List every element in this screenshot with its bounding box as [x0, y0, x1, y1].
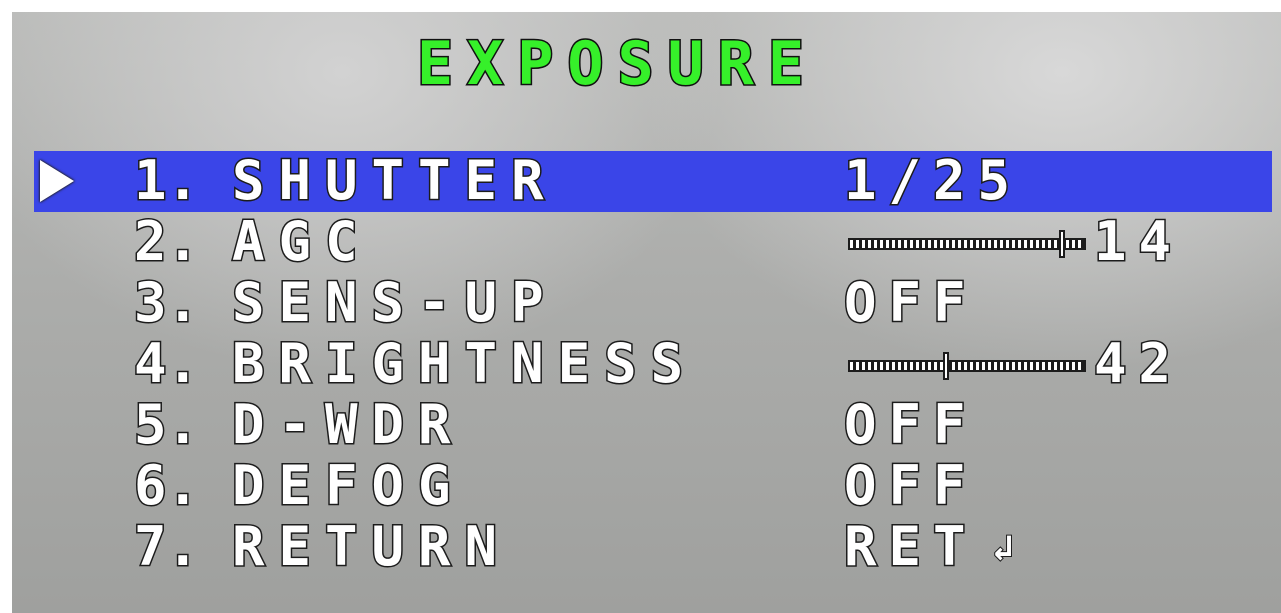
agc-value: 14	[1092, 210, 1184, 273]
menu-item-number: 1.	[132, 149, 200, 212]
menu-item-number: 6.	[132, 454, 200, 517]
menu-item-label: SENS-UP	[231, 271, 558, 334]
menu-item-sens-up[interactable]: 3. SENS-UP OFF	[12, 273, 1281, 334]
menu-item-shutter[interactable]: 1. SHUTTER 1/25	[12, 151, 1281, 212]
osd-screen: EXPOSURE 1. SHUTTER 1/25 2. AGC 14 3. SE…	[12, 12, 1281, 613]
menu-item-brightness[interactable]: 4. BRIGHTNESS 42	[12, 334, 1281, 395]
menu-item-label: RETURN	[230, 515, 512, 578]
menu-item-number: 4.	[132, 332, 200, 395]
agc-slider[interactable]	[848, 230, 1086, 258]
menu-item-agc[interactable]: 2. AGC 14	[12, 212, 1281, 273]
menu-item-number: 7.	[132, 515, 200, 578]
menu-item-value[interactable]: 1/25	[842, 152, 1022, 209]
menu-item-label: SHUTTER	[231, 149, 558, 212]
menu-item-value[interactable]: OFF	[843, 457, 978, 514]
return-arrow-icon: ↲	[991, 528, 1015, 569]
menu-item-label: DEFOG	[231, 454, 465, 517]
brightness-slider-knob[interactable]	[943, 352, 949, 380]
brightness-slider[interactable]	[848, 352, 1086, 380]
menu-item-value[interactable]: OFF	[843, 274, 978, 331]
menu-item-label: AGC	[231, 210, 372, 273]
menu-item-return[interactable]: 7. RETURN RET ↲	[12, 517, 1281, 578]
menu-item-label: D-WDR	[231, 393, 465, 456]
brightness-value: 42	[1092, 332, 1184, 395]
menu-item-d-wdr[interactable]: 5. D-WDR OFF	[12, 395, 1281, 456]
agc-slider-knob[interactable]	[1059, 230, 1065, 258]
menu-item-number: 3.	[132, 271, 200, 334]
menu-item-label: BRIGHTNESS	[230, 332, 698, 395]
menu-item-number: 2.	[132, 210, 200, 273]
menu-item-value[interactable]: RET	[843, 518, 978, 575]
menu-title: EXPOSURE	[416, 29, 818, 99]
menu-item-defog[interactable]: 6. DEFOG OFF	[12, 456, 1281, 517]
menu-item-value[interactable]: OFF	[843, 396, 978, 453]
menu-item-number: 5.	[132, 393, 200, 456]
